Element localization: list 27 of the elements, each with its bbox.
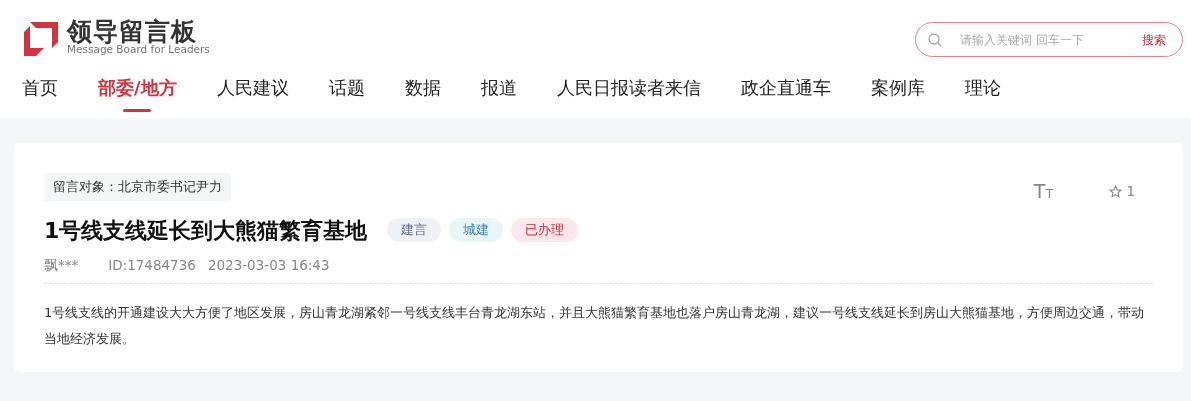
nav-tab[interactable]: 人民建议 bbox=[216, 74, 289, 109]
nav-tab[interactable]: 首页 bbox=[22, 74, 58, 109]
font-size-button[interactable]: TT bbox=[1033, 177, 1054, 206]
recipient-label: 留言对象：北京市委书记尹力 bbox=[44, 173, 231, 201]
category-tag: 已办理 bbox=[511, 218, 579, 242]
nav-tab[interactable]: 理论 bbox=[964, 74, 1001, 109]
star-icon[interactable] bbox=[1109, 184, 1123, 198]
nav-tab[interactable]: 数据 bbox=[404, 74, 441, 109]
message-title: 1号线支线延长到大熊猫繁育基地 bbox=[44, 216, 368, 245]
logo-subtitle: Message Board for Leaders bbox=[67, 44, 210, 56]
message-body: 1号线支线的开通建设大大方便了地区发展，房山青龙湖紧邻一号线支线丰台青龙湖东站，并且大熊猫繁育基地也落户房山青龙湖，建议一号线支线延长到房山大熊猫基地，方便周边交通，带动当地经济发展。 bbox=[44, 303, 1146, 348]
logo-icon bbox=[22, 19, 59, 56]
favorite-count: 1 bbox=[1126, 182, 1135, 202]
nav-tab[interactable]: 报道 bbox=[480, 74, 517, 109]
nav-tab[interactable]: 案例库 bbox=[870, 74, 925, 109]
nav-tab[interactable]: 人民日报读者来信 bbox=[556, 74, 701, 109]
category-tag: 城建 bbox=[449, 218, 504, 242]
nav-tab[interactable]: 政企直通车 bbox=[740, 74, 831, 109]
message-id: ID:17484736 bbox=[108, 255, 196, 275]
timestamp: 2023-03-03 16:43 bbox=[207, 255, 330, 275]
logo-title: 领导留言板 bbox=[67, 19, 197, 45]
author-name: 飘*** bbox=[44, 255, 79, 275]
category-tag: 建言 bbox=[387, 218, 442, 242]
nav-tab[interactable]: 部委/地方 bbox=[98, 74, 177, 109]
nav-tab[interactable]: 话题 bbox=[328, 74, 365, 109]
search-icon bbox=[928, 32, 942, 47]
search-button[interactable]: 搜索 bbox=[1142, 30, 1166, 49]
